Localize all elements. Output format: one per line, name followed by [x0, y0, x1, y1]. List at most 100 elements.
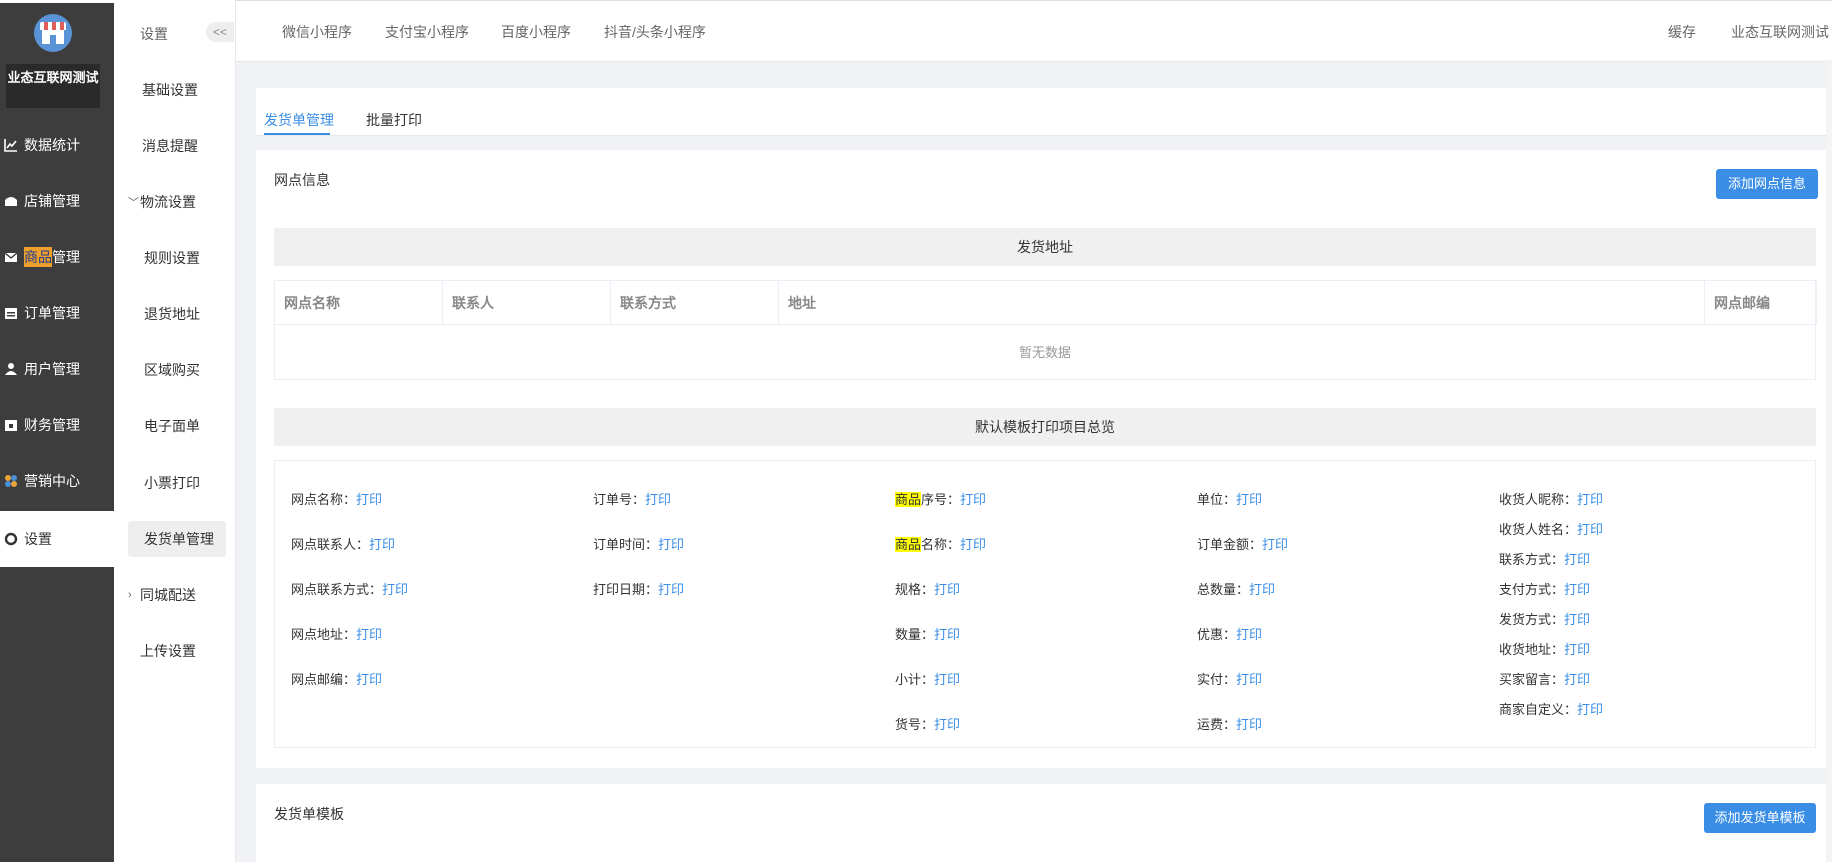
column-header[interactable]: 联系人	[443, 281, 611, 325]
print-link[interactable]: 打印	[934, 672, 960, 687]
user-name[interactable]: 业态互联网测试	[1731, 22, 1829, 42]
print-link[interactable]: 打印	[1577, 492, 1603, 507]
subnav-item-logistics[interactable]: ﹀ 物流设置	[128, 184, 226, 220]
sidebar-item-store[interactable]: 店铺管理	[0, 173, 114, 229]
subnav-item-label: 退货地址	[144, 306, 200, 322]
field-label: 优惠：	[1197, 627, 1237, 642]
field-label: 总数量：	[1197, 582, 1250, 597]
print-field: 优惠：打印	[1197, 624, 1262, 643]
chevron-down-icon: ﹀	[128, 197, 139, 209]
print-field: 买家留言：打印	[1499, 669, 1590, 688]
settings-subnav: 设置 << 基础设置 消息提醒 ﹀ 物流设置 规则设置 退货地址 区域购买 电子面…	[114, 0, 236, 862]
vertical-scrollbar[interactable]	[1826, 60, 1832, 862]
tab-douyin[interactable]: 抖音/头条小程序	[604, 22, 706, 42]
subnav-item-label: 同城配送	[140, 587, 196, 603]
sidebar-item-orders[interactable]: 订单管理	[0, 285, 114, 341]
print-link[interactable]: 打印	[934, 582, 960, 597]
column-header[interactable]: 联系方式	[611, 281, 779, 325]
address-section-bar: 发货地址	[274, 228, 1816, 266]
print-field: 打印日期：打印	[593, 579, 684, 598]
subnav-item-region-purchase[interactable]: 区域购买	[128, 352, 226, 388]
tab-baidu[interactable]: 百度小程序	[501, 22, 571, 42]
print-link[interactable]: 打印	[1577, 702, 1603, 717]
print-field: 单位：打印	[1197, 489, 1262, 508]
print-link[interactable]: 打印	[658, 537, 684, 552]
subnav-item-receipt-print[interactable]: 小票打印	[128, 465, 226, 501]
print-field: 商品名称：打印	[895, 534, 986, 553]
subnav-item-basic[interactable]: 基础设置	[128, 72, 226, 108]
print-link[interactable]: 打印	[356, 627, 382, 642]
field-label: 收货地址：	[1499, 642, 1565, 657]
field-label: 打印日期：	[593, 582, 659, 597]
print-link[interactable]: 打印	[1564, 672, 1590, 687]
subnav-item-label: 上传设置	[140, 643, 196, 659]
sidebar-item-label: 营销中心	[24, 473, 80, 489]
tab-invoice-manage[interactable]: 发货单管理	[264, 110, 334, 130]
field-label: 联系方式：	[1499, 552, 1565, 567]
sidebar-item-users[interactable]: 用户管理	[0, 341, 114, 397]
template-preview-bar: 默认模板打印项目总览	[274, 408, 1816, 446]
print-field: 实付：打印	[1197, 669, 1262, 688]
subnav-item-e-waybill[interactable]: 电子面单	[128, 408, 226, 444]
subnav-item-label: 电子面单	[144, 418, 200, 434]
print-link[interactable]: 打印	[1249, 582, 1275, 597]
tab-batch-print[interactable]: 批量打印	[366, 110, 422, 130]
subnav-item-label: 规则设置	[144, 250, 200, 266]
print-link[interactable]: 打印	[1236, 717, 1262, 732]
subnav-item-return-address[interactable]: 退货地址	[128, 296, 226, 332]
cache-link[interactable]: 缓存	[1668, 22, 1696, 42]
subnav-item-invoice-manage[interactable]: 发货单管理	[128, 521, 226, 557]
empty-state: 暂无数据	[1018, 345, 1071, 360]
print-link[interactable]: 打印	[356, 492, 382, 507]
print-field: 商品序号：打印	[895, 489, 986, 508]
print-link[interactable]: 打印	[1262, 537, 1288, 552]
sidebar-item-settings[interactable]: 设置	[0, 511, 114, 567]
subnav-item-upload[interactable]: 上传设置	[128, 633, 226, 669]
print-link[interactable]: 打印	[1564, 642, 1590, 657]
sidebar-item-label: 管理	[52, 249, 80, 265]
print-link[interactable]: 打印	[1564, 582, 1590, 597]
subnav-item-city-delivery[interactable]: › 同城配送	[128, 577, 226, 613]
column-header[interactable]: 网点名称	[275, 281, 443, 325]
print-field: 网点邮编：打印	[291, 669, 382, 688]
mail-icon	[4, 252, 18, 262]
subnav-item-rules[interactable]: 规则设置	[128, 240, 226, 276]
sidebar-item-finance[interactable]: 财务管理	[0, 397, 114, 453]
sidebar-item-label: 数据统计	[24, 137, 80, 153]
tab-alipay[interactable]: 支付宝小程序	[385, 22, 469, 42]
subnav-item-label: 发货单管理	[144, 531, 214, 547]
add-outlet-button[interactable]: 添加网点信息	[1716, 169, 1818, 199]
tab-wechat[interactable]: 微信小程序	[282, 22, 352, 42]
print-link[interactable]: 打印	[1236, 627, 1262, 642]
print-link[interactable]: 打印	[1564, 552, 1590, 567]
sidebar-item-stats[interactable]: 数据统计	[0, 117, 114, 173]
sidebar-item-goods[interactable]: 商品 管理	[0, 229, 114, 285]
print-link[interactable]: 打印	[1236, 492, 1262, 507]
print-link[interactable]: 打印	[369, 537, 395, 552]
outlet-title: 网点信息	[274, 172, 330, 188]
print-link[interactable]: 打印	[1564, 612, 1590, 627]
print-link[interactable]: 打印	[1577, 522, 1603, 537]
field-label: 名称：	[921, 537, 961, 552]
field-label: 订单号：	[593, 492, 646, 507]
print-link[interactable]: 打印	[934, 627, 960, 642]
field-label-highlight: 商品	[895, 537, 922, 552]
print-link[interactable]: 打印	[658, 582, 684, 597]
print-link[interactable]: 打印	[356, 672, 382, 687]
subnav-item-messages[interactable]: 消息提醒	[128, 128, 226, 164]
print-link[interactable]: 打印	[1236, 672, 1262, 687]
print-link[interactable]: 打印	[934, 717, 960, 732]
print-link[interactable]: 打印	[382, 582, 408, 597]
collapse-button[interactable]: <<	[206, 22, 234, 42]
sidebar-item-marketing[interactable]: 营销中心	[0, 453, 114, 509]
add-invoice-template-button[interactable]: 添加发货单模板	[1704, 803, 1816, 833]
column-header[interactable]: 地址	[779, 281, 1705, 325]
print-link[interactable]: 打印	[645, 492, 671, 507]
column-header[interactable]: 网点邮编	[1705, 281, 1817, 325]
invoice-template-card	[256, 784, 1832, 862]
print-link[interactable]: 打印	[960, 492, 986, 507]
store-logo-icon[interactable]	[34, 14, 72, 52]
template-preview-box: 网点名称：打印 网点联系人：打印 网点联系方式：打印 网点地址：打印 网点邮编：…	[274, 460, 1816, 748]
field-label: 发货方式：	[1499, 612, 1565, 627]
print-link[interactable]: 打印	[960, 537, 986, 552]
